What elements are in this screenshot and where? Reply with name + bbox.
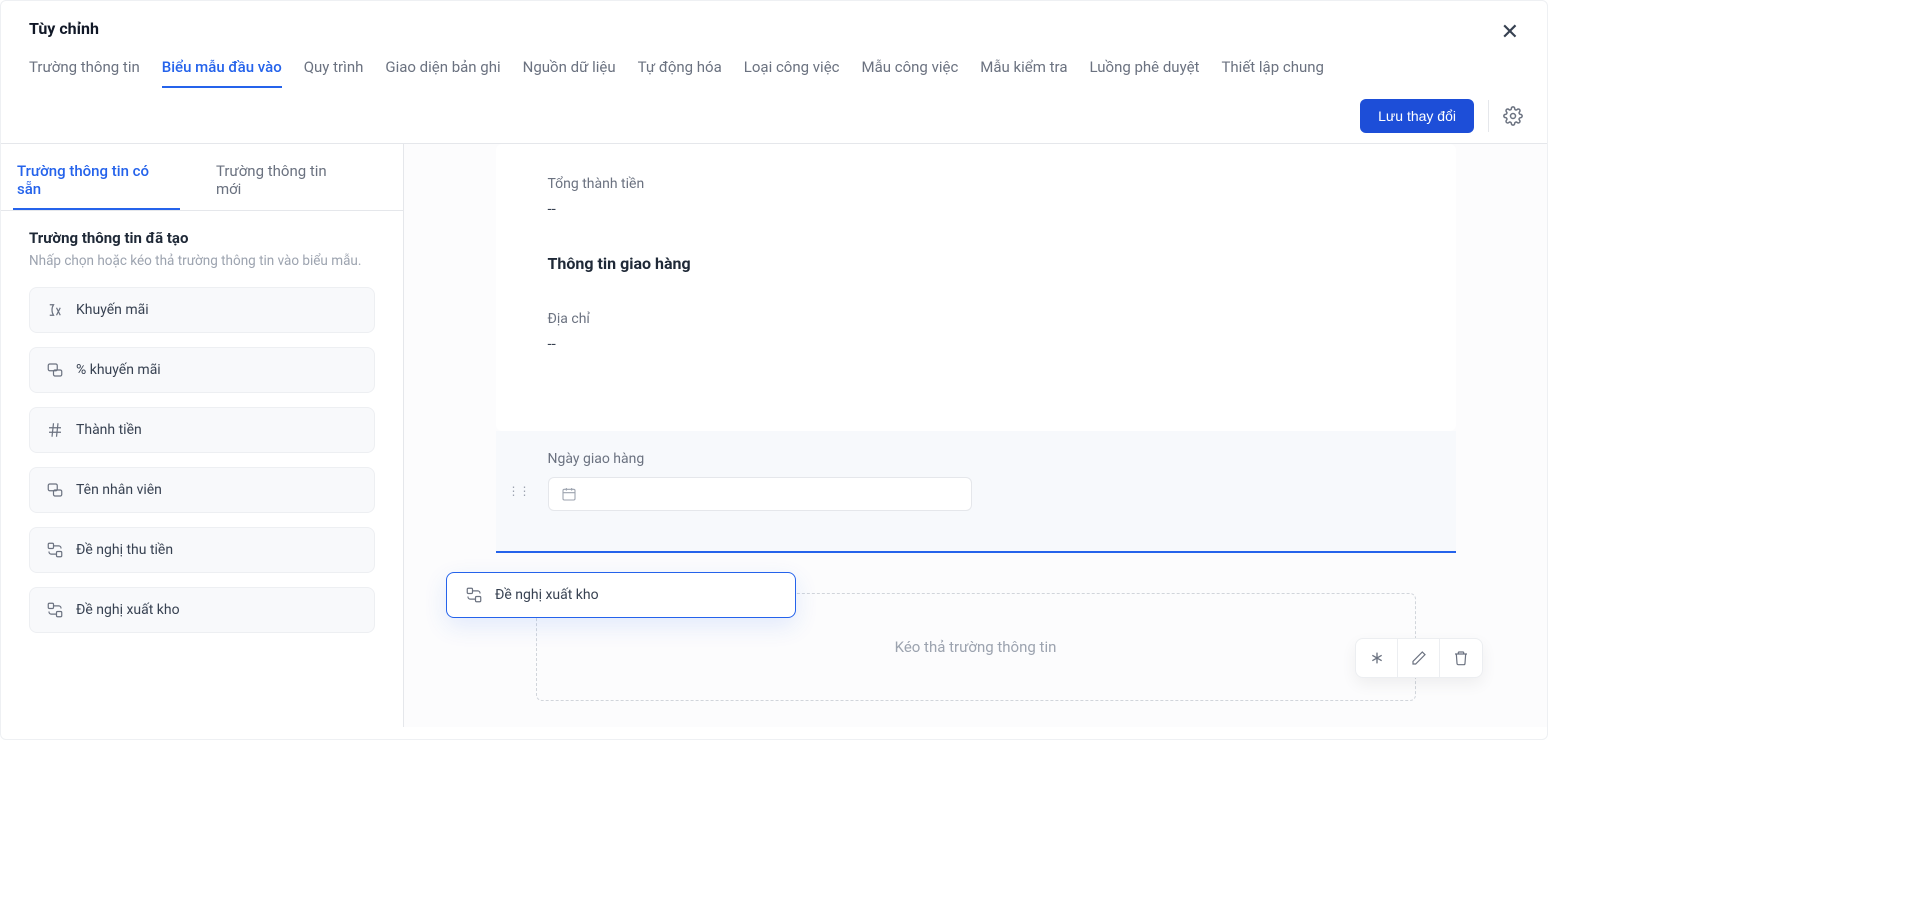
field-label: Đề nghị xuất kho (76, 602, 180, 618)
shipping-heading: Thông tin giao hàng (548, 254, 1404, 273)
field-label: Khuyến mãi (76, 302, 149, 318)
body: Trường thông tin có sẵn Trường thông tin… (1, 144, 1547, 727)
selected-field-row[interactable]: ⋮⋮ Ngày giao hàng (496, 431, 1456, 553)
trash-icon (1453, 650, 1469, 666)
address-label: Địa chỉ (548, 311, 1404, 327)
tab-tu-dong-hoa[interactable]: Tự động hóa (638, 58, 722, 88)
relation-icon (46, 361, 64, 379)
field-label: Đề nghị thu tiền (76, 542, 173, 558)
edit-button[interactable] (1398, 639, 1440, 677)
field-toolbar (1355, 638, 1483, 678)
left-panel: Trường thông tin có sẵn Trường thông tin… (1, 144, 404, 727)
tab-mau-cong-viec[interactable]: Mẫu công việc (862, 58, 959, 88)
tab-nguon-du-lieu[interactable]: Nguồn dữ liệu (523, 58, 616, 88)
left-tabs: Trường thông tin có sẵn Trường thông tin… (1, 144, 403, 211)
field-de-nghi-xuat-kho[interactable]: Đề nghị xuất kho (29, 587, 375, 633)
tab-truong-thong-tin[interactable]: Trường thông tin (29, 58, 140, 88)
close-button[interactable]: ✕ (1495, 15, 1525, 49)
total-label: Tổng thành tiền (548, 176, 1404, 192)
tab-thiet-lap-chung[interactable]: Thiết lập chung (1221, 58, 1323, 88)
drag-ghost-label: Đề nghị xuất kho (495, 587, 599, 603)
delivery-date-label: Ngày giao hàng (548, 451, 1404, 467)
gear-icon (1503, 106, 1523, 126)
field-label: Tên nhân viên (76, 482, 162, 498)
pipeline-icon (46, 601, 64, 619)
left-tab-available-fields[interactable]: Trường thông tin có sẵn (13, 154, 180, 210)
address-value: -- (548, 335, 1404, 353)
left-section-title: Trường thông tin đã tạo (29, 229, 375, 247)
tab-loai-cong-viec[interactable]: Loại công việc (744, 58, 840, 88)
total-value: -- (548, 200, 1404, 218)
field-label: Thành tiền (76, 422, 142, 438)
form-canvas: Tổng thành tiền -- Thông tin giao hàng Đ… (404, 144, 1547, 727)
form-card: Tổng thành tiền -- Thông tin giao hàng Đ… (496, 144, 1456, 431)
field-phan-tram-khuyen-mai[interactable]: % khuyến mãi (29, 347, 375, 393)
tab-luong-phe-duyet[interactable]: Luồng phê duyệt (1089, 58, 1199, 88)
pencil-icon (1411, 650, 1427, 666)
hash-icon (46, 421, 64, 439)
close-icon: ✕ (1501, 19, 1519, 44)
delete-button[interactable] (1440, 639, 1482, 677)
left-tab-new-fields[interactable]: Trường thông tin mới (212, 154, 359, 210)
top-tabs: Trường thông tin Biểu mẫu đầu vào Quy tr… (1, 38, 1547, 89)
left-hint: Nhấp chọn hoặc kéo thả trường thông tin … (29, 253, 375, 269)
calendar-icon (561, 486, 577, 502)
tab-mau-kiem-tra[interactable]: Mẫu kiểm tra (980, 58, 1067, 88)
field-khuyen-mai[interactable]: Khuyến mãi (29, 287, 375, 333)
relation-icon (46, 481, 64, 499)
field-label: % khuyến mãi (76, 362, 161, 378)
modal-header: Tùy chỉnh ✕ (1, 1, 1547, 38)
pipeline-icon (46, 541, 64, 559)
formula-icon (46, 301, 64, 319)
tab-giao-dien-ban-ghi[interactable]: Giao diện bản ghi (385, 58, 500, 88)
tab-quy-trinh[interactable]: Quy trình (304, 58, 364, 88)
settings-button[interactable] (1488, 100, 1529, 132)
field-de-nghi-thu-tien[interactable]: Đề nghị thu tiền (29, 527, 375, 573)
drag-ghost: Đề nghị xuất kho (446, 572, 796, 618)
field-ten-nhan-vien[interactable]: Tên nhân viên (29, 467, 375, 513)
tab-bieu-mau-dau-vao[interactable]: Biểu mẫu đầu vào (162, 58, 282, 88)
save-button[interactable]: Lưu thay đổi (1360, 99, 1474, 133)
asterisk-icon (1369, 650, 1385, 666)
pipeline-icon (465, 586, 483, 604)
drag-handle-icon[interactable]: ⋮⋮ (508, 484, 530, 498)
action-bar: Lưu thay đổi (1, 89, 1547, 144)
required-button[interactable] (1356, 639, 1398, 677)
modal-title: Tùy chỉnh (29, 19, 1519, 38)
left-content: Trường thông tin đã tạo Nhấp chọn hoặc k… (1, 211, 403, 665)
field-thanh-tien[interactable]: Thành tiền (29, 407, 375, 453)
delivery-date-input[interactable] (548, 477, 972, 511)
